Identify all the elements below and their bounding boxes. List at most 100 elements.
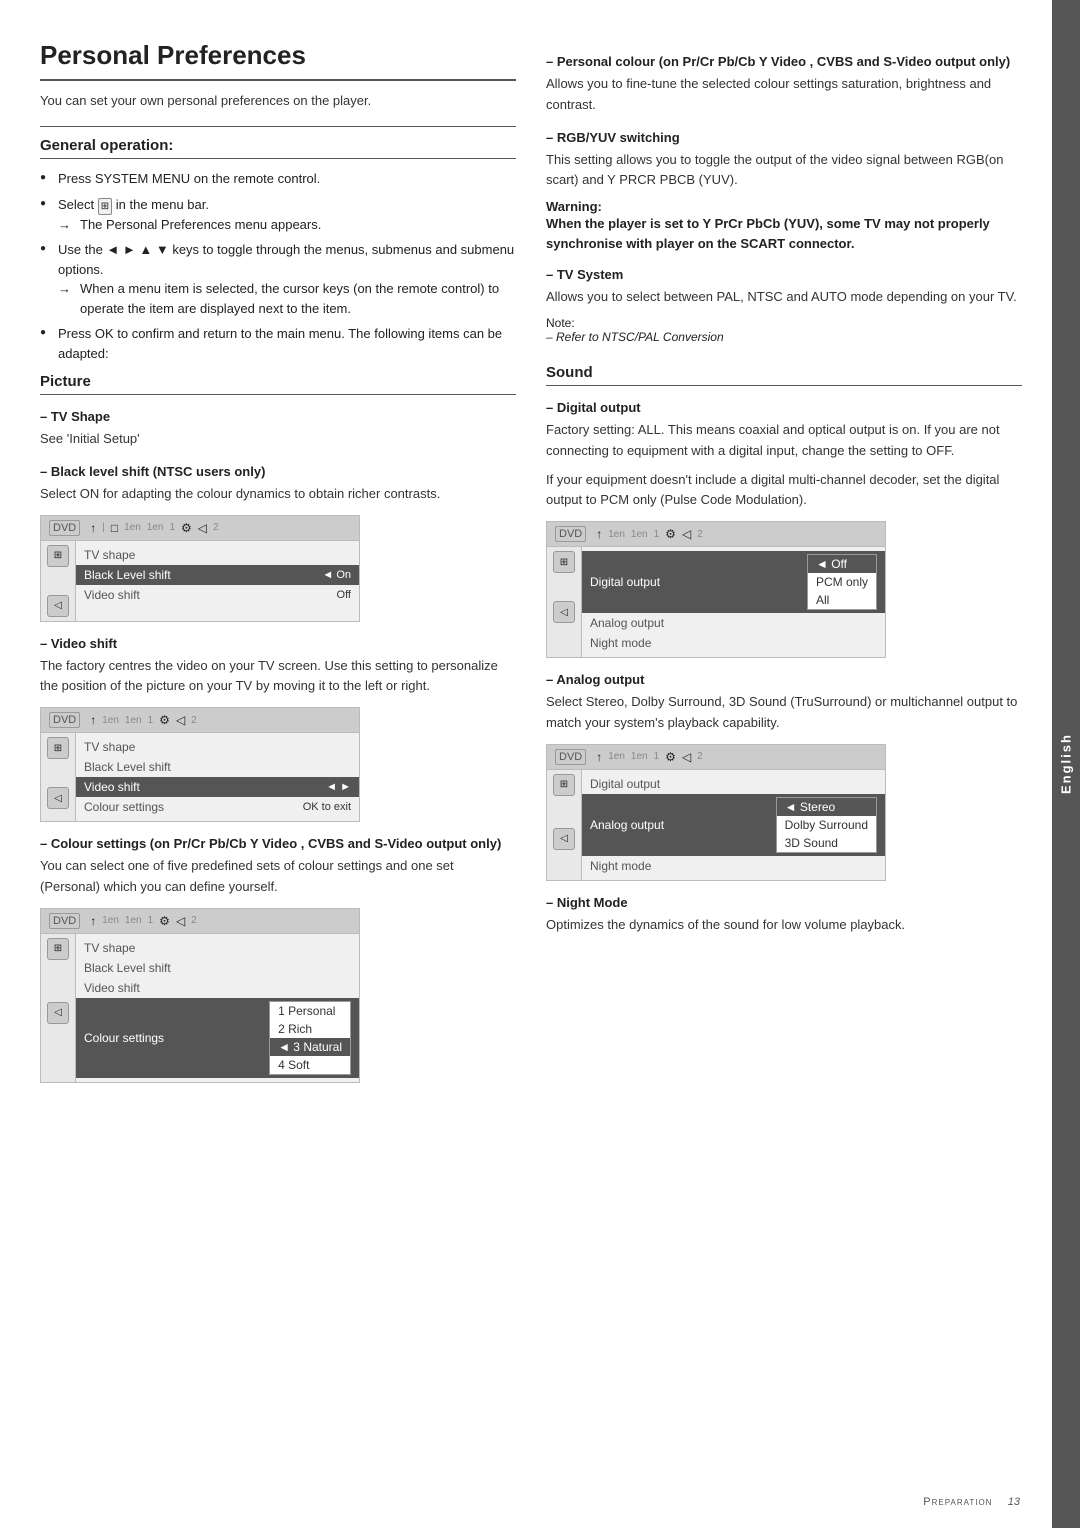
menu-body: ⊞ ◁ TV shape Black Level shift Video shi… (41, 733, 359, 821)
night-mode-title: Night Mode (546, 895, 1022, 910)
menu-top-bar: DVD ↑ 1en 1en 1 ⚙ ◁ 2 (547, 522, 885, 547)
row-value: Off (337, 589, 351, 601)
menu-rows: Digital output ◄ Off PCM only All Analog… (582, 547, 885, 657)
picture-section-title: Picture (40, 373, 516, 395)
row-label: TV shape (84, 740, 351, 754)
menu-rows: TV shape Black Level shift Video shift ◄… (76, 733, 359, 821)
icon-gear: ⚙ (181, 521, 192, 535)
top-icons: ↑ | □ 1en 1en 1 ⚙ ◁ 2 (90, 521, 218, 535)
menu-row-tvshape: TV shape (76, 938, 359, 958)
label-1en-1: 1en (102, 915, 119, 926)
icon-up: ↑ (596, 750, 602, 764)
arrow-item: When a menu item is selected, the cursor… (58, 279, 516, 318)
icon-back: ◁ (176, 914, 185, 928)
side-tab: English (1052, 0, 1080, 1528)
warning-label: Warning: (546, 199, 1022, 214)
dvd-icon: DVD (555, 526, 586, 542)
arrow-item: The Personal Preferences menu appears. (58, 215, 516, 235)
sound-section-title: Sound (546, 364, 1022, 386)
menu-row-digital: Digital output ◄ Off PCM only All (582, 551, 885, 613)
video-shift-title: Video shift (40, 636, 516, 651)
menu-row-analog: Analog output ◄ Stereo Dolby Surround 3D… (582, 794, 885, 856)
row-label: Night mode (590, 636, 877, 650)
label-num2: 2 (213, 522, 219, 533)
video-shift-body: The factory centres the video on your TV… (40, 656, 516, 698)
menu-rows: TV shape Black Level shift Video shift C… (76, 934, 359, 1082)
menu-row-colour: Colour settings 1 Personal 2 Rich ◄ 3 Na… (76, 998, 359, 1078)
menu-row-digital: Digital output (582, 774, 885, 794)
label-1en-1: 1en (608, 751, 625, 762)
dropdown-item: 2 Rich (270, 1020, 350, 1038)
list-item: Use the ◄ ► ▲ ▼ keys to toggle through t… (40, 240, 516, 318)
menu-row-videoshift: Video shift (76, 978, 359, 998)
row-label: Colour settings (84, 800, 303, 814)
dropdown-item-selected: ◄ Off (808, 555, 876, 573)
digital-output-body1: Factory setting: ALL. This means coaxial… (546, 420, 1022, 462)
tv-system-title: TV System (546, 267, 1022, 282)
dropdown-item-selected: ◄ Stereo (777, 798, 876, 816)
list-item: Press OK to confirm and return to the ma… (40, 324, 516, 363)
icon-gear: ⚙ (665, 750, 676, 764)
row-value: OK to exit (303, 801, 351, 813)
row-label: Video shift (84, 588, 337, 602)
analog-output-title: Analog output (546, 672, 1022, 687)
colour-settings-title: Colour settings (on Pr/Cr Pb/Cb Y Video … (40, 836, 516, 851)
label-1en-2: 1en (125, 715, 142, 726)
menu-body: ⊞ ◁ Digital output ◄ Off PCM only All (547, 547, 885, 657)
icon-back: ◁ (176, 713, 185, 727)
prep-label: Preparation (923, 1496, 992, 1508)
icon-gear: ⚙ (159, 713, 170, 727)
dropdown-item: 3D Sound (777, 834, 876, 852)
digital-dropdown: ◄ Off PCM only All (807, 554, 877, 610)
row-value: ◄ ► (326, 781, 351, 793)
label-num1: 1 (148, 715, 154, 726)
icon-gear: ⚙ (665, 527, 676, 541)
menu-row-tvshape: TV shape (76, 545, 359, 565)
video-shift-menu: DVD ↑ 1en 1en 1 ⚙ ◁ 2 ⊞ ◁ (40, 707, 360, 822)
digital-output-body2: If your equipment doesn't include a digi… (546, 470, 1022, 512)
label-1en-2: 1en (147, 522, 164, 533)
colour-settings-body: You can select one of five predefined se… (40, 856, 516, 898)
menu-top-bar: DVD ↑ 1en 1en 1 ⚙ ◁ 2 (547, 745, 885, 770)
menu-btn-bottom: ◁ (553, 601, 575, 623)
list-item: Press SYSTEM MENU on the remote control. (40, 169, 516, 189)
label-1en-2: 1en (631, 751, 648, 762)
label-num1: 1 (169, 522, 175, 533)
tv-shape-title: TV Shape (40, 409, 516, 424)
dropdown-item: PCM only (808, 573, 876, 591)
black-level-title: Black level shift (NTSC users only) (40, 464, 516, 479)
tv-system-body: Allows you to select between PAL, NTSC a… (546, 287, 1022, 308)
row-label: Analog output (590, 818, 772, 832)
menu-row-videoshift: Video shift Off (76, 585, 359, 605)
icon-up: ↑ (90, 713, 96, 727)
label-num1: 1 (654, 751, 660, 762)
icon-back: ◁ (682, 750, 691, 764)
analog-output-body: Select Stereo, Dolby Surround, 3D Sound … (546, 692, 1022, 734)
menu-body: ⊞ ◁ TV shape Black Level shift Video shi… (41, 934, 359, 1082)
personal-colour-title: Personal colour (on Pr/Cr Pb/Cb Y Video … (546, 54, 1022, 69)
warning-box: Warning: When the player is set to Y PrC… (546, 199, 1022, 253)
top-icons: ↑ 1en 1en 1 ⚙ ◁ 2 (90, 713, 197, 727)
row-label: Black Level shift (84, 760, 351, 774)
dropdown-item-selected: ◄ 3 Natural (270, 1038, 350, 1056)
row-label: Analog output (590, 616, 877, 630)
menu-btn-bottom: ◁ (553, 828, 575, 850)
menu-body: ⊞ ◁ Digital output Analog output ◄ Stere… (547, 770, 885, 880)
label-1en-1: 1en (124, 522, 141, 533)
left-column: Personal Preferences You can set your ow… (40, 40, 516, 1498)
icon-up: ↑ (90, 914, 96, 928)
colour-settings-menu: DVD ↑ 1en 1en 1 ⚙ ◁ 2 ⊞ ◁ (40, 908, 360, 1083)
dvd-icon: DVD (555, 749, 586, 765)
right-column: Personal colour (on Pr/Cr Pb/Cb Y Video … (546, 40, 1022, 1498)
rgb-yuv-body: This setting allows you to toggle the ou… (546, 150, 1022, 192)
row-label: Black Level shift (84, 961, 351, 975)
menu-row-videoshift: Video shift ◄ ► (76, 777, 359, 797)
label-num2: 2 (697, 529, 703, 540)
digital-output-title: Digital output (546, 400, 1022, 415)
label-1en-2: 1en (125, 915, 142, 926)
black-level-menu: DVD ↑ | □ 1en 1en 1 ⚙ ◁ 2 ⊞ (40, 515, 360, 622)
menu-left-icons: ⊞ ◁ (41, 733, 76, 821)
digital-output-menu: DVD ↑ 1en 1en 1 ⚙ ◁ 2 ⊞ ◁ (546, 521, 886, 658)
list-item: Select ⊞ in the menu bar. The Personal P… (40, 195, 516, 235)
row-label: Video shift (84, 981, 351, 995)
